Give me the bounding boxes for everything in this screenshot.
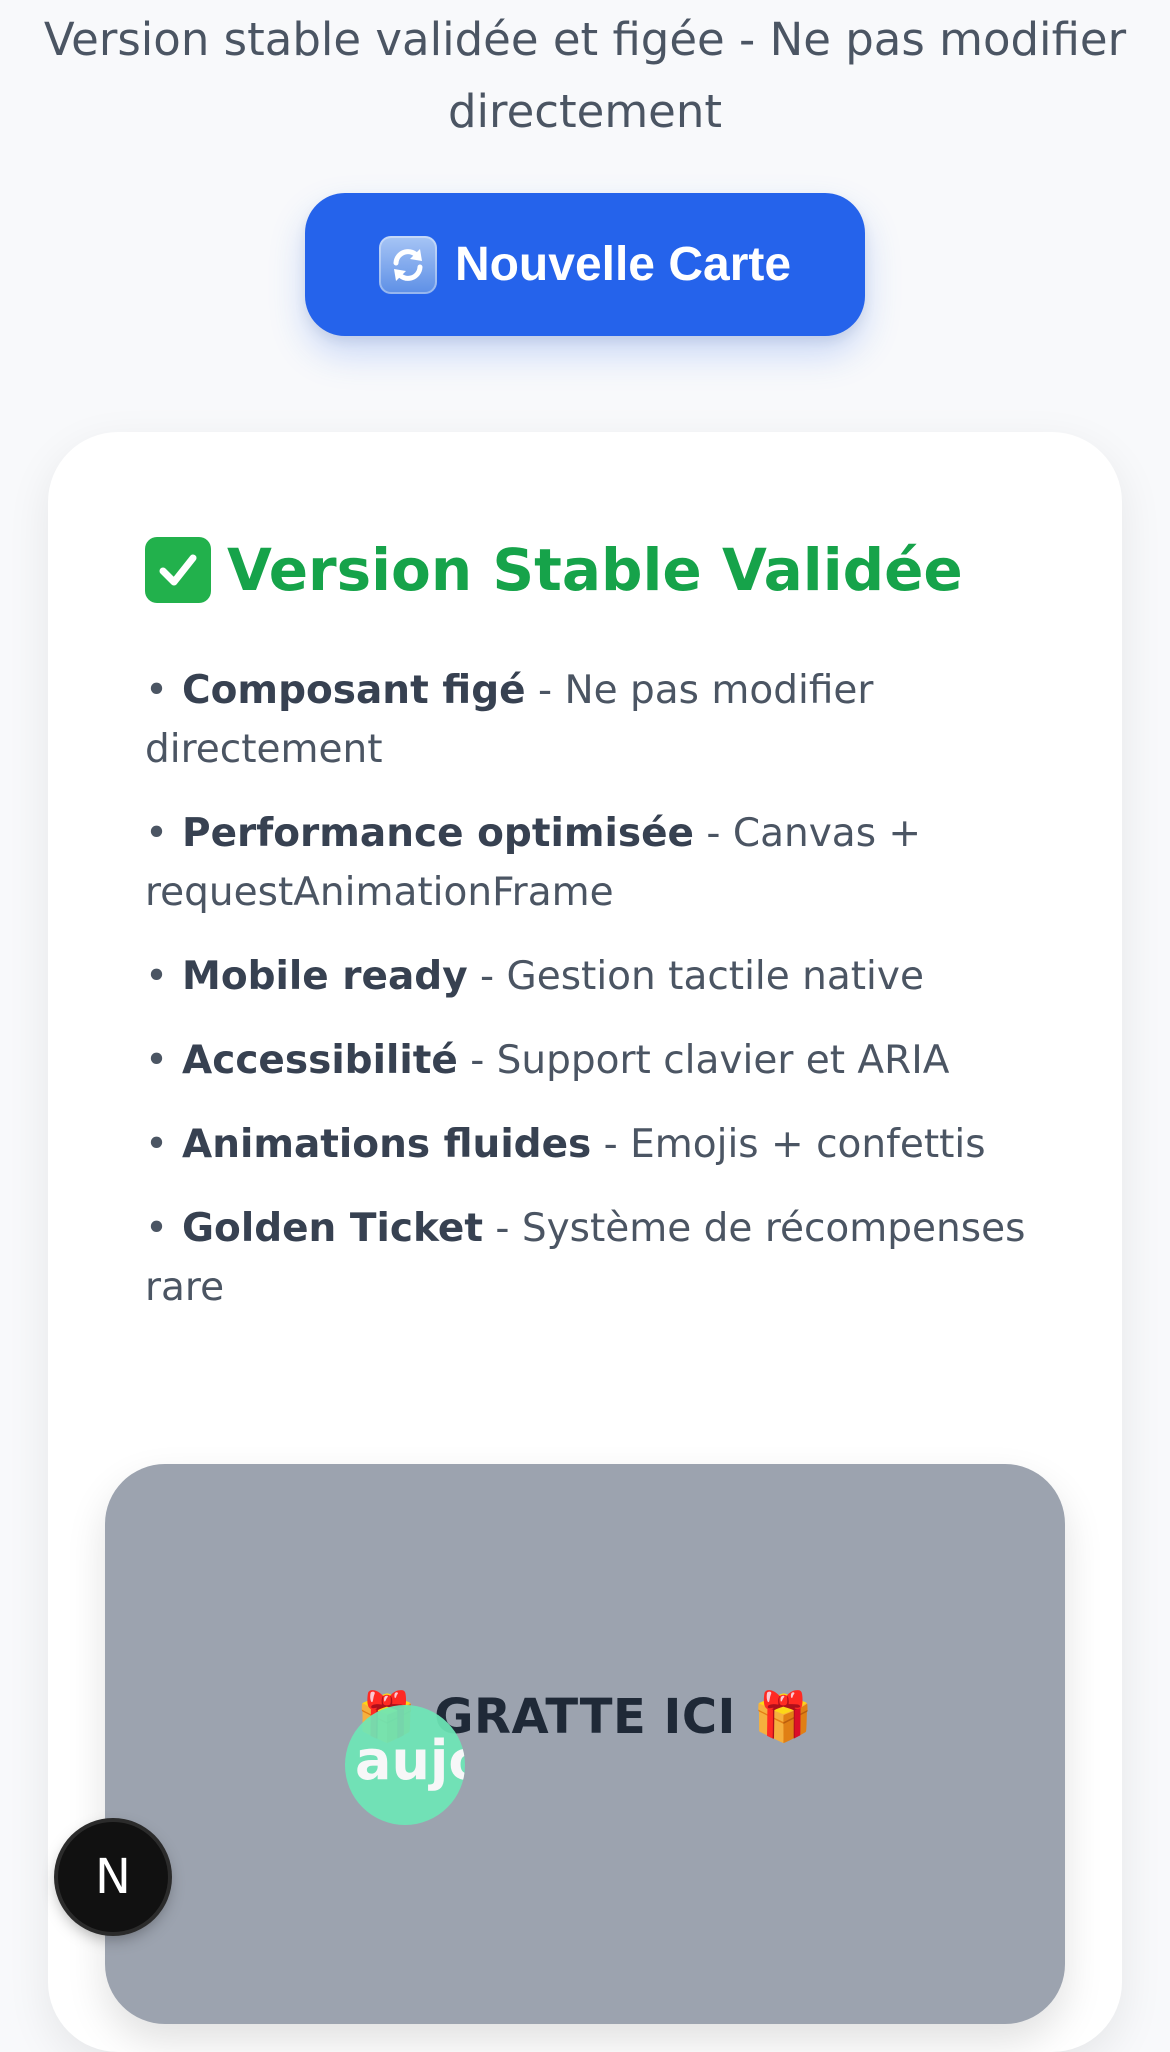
feature-title: Animations fluides [182, 1122, 592, 1167]
scratch-card-label: 🎁 GRATTE ICI 🎁 [0, 1688, 1170, 1745]
feature-title: Composant figé [182, 668, 526, 713]
feature-title: Performance optimisée [182, 811, 694, 856]
feature-desc: - Gestion tactile native [467, 954, 924, 999]
feature-item: • Accessibilité - Support clavier et ARIA [145, 1038, 950, 1083]
new-card-button[interactable]: Nouvelle Carte [305, 193, 865, 336]
status-title-text: Version Stable Validée [227, 536, 963, 604]
refresh-icon [378, 235, 437, 294]
status-title: Version Stable Validée [145, 530, 963, 610]
new-card-label: Nouvelle Carte [454, 238, 792, 291]
scratch-card-label-text: GRATTE ICI [434, 1689, 736, 1745]
page-subtitle: Version stable validée et figée - Ne pas… [43, 13, 1127, 138]
revealed-text: aujo [355, 1729, 465, 1792]
feature-item: • Golden Ticket - Système de récompenses … [145, 1206, 1026, 1310]
feature-title: Golden Ticket [182, 1206, 483, 1251]
feature-item: • Mobile ready - Gestion tactile native [145, 954, 924, 999]
feature-item: • Composant figé - Ne pas modifier direct… [145, 668, 874, 772]
feature-item: • Animations fluides - Emojis + confettis [145, 1122, 986, 1167]
feature-list: • Composant figé - Ne pas modifier direct… [145, 661, 1045, 1342]
feature-title: Mobile ready [182, 954, 468, 999]
feature-title: Accessibilité [182, 1038, 458, 1083]
scratch-reveal-spot: aujo [345, 1705, 465, 1825]
check-mark-icon [145, 537, 211, 603]
dev-badge-letter: N [95, 1849, 131, 1905]
feature-item: • Performance optimisée - Canvas + reques… [145, 811, 922, 915]
gift-icon: 🎁 [753, 1689, 814, 1745]
feature-desc: - Support clavier et ARIA [457, 1038, 950, 1083]
feature-desc: - Emojis + confettis [591, 1122, 986, 1167]
dev-tools-badge[interactable]: N [58, 1822, 168, 1932]
